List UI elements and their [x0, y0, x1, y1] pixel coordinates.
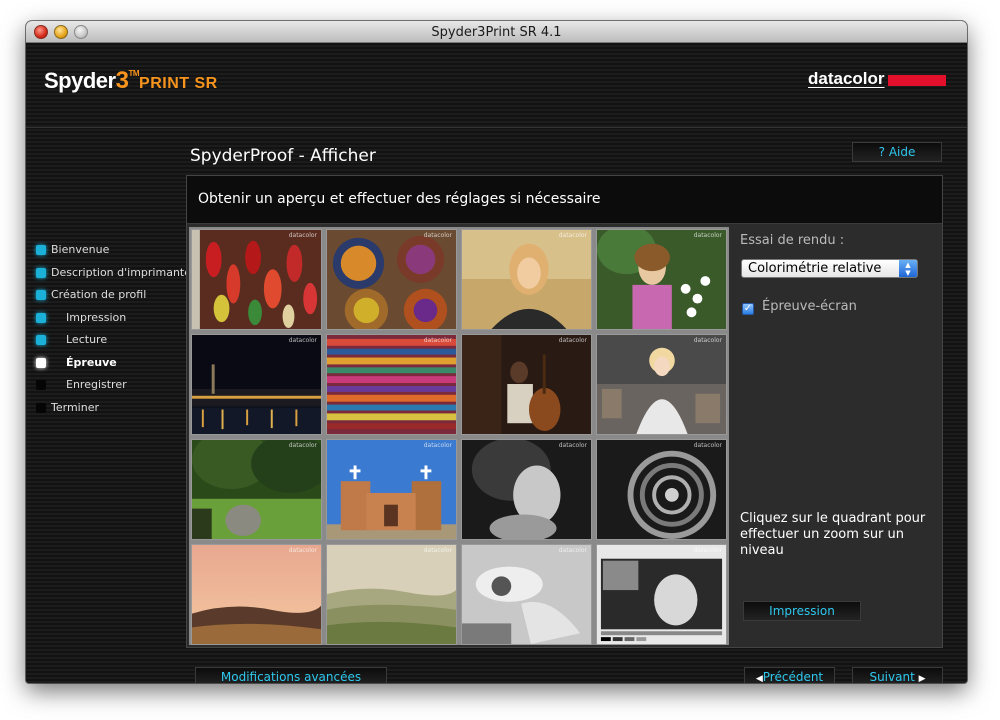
softproof-checkbox[interactable]: ✓	[742, 303, 754, 315]
app-content: Spyder3TMPRINT SR datacolor Bienvenue De…	[26, 43, 967, 683]
step-active-indicator	[36, 357, 46, 368]
thumb-watermark: datacolor	[558, 337, 587, 344]
step-done-indicator	[36, 312, 46, 323]
thumb-watermark: datacolor	[693, 442, 722, 449]
step-done-indicator	[36, 245, 46, 255]
thumb-watermark: datacolor	[288, 442, 317, 449]
thumb-bw-portrait[interactable]: datacolor	[461, 439, 592, 540]
thumb-sunset-hills[interactable]: datacolor	[191, 544, 322, 645]
proof-image-grid: datacolor datacolor datacolor datacolor …	[189, 227, 729, 645]
step-done-indicator	[36, 267, 46, 278]
thumb-marilyn[interactable]: datacolor	[596, 334, 727, 435]
step-bienvenue: Bienvenue	[26, 239, 186, 262]
proof-panel: Obtenir un aperçu et effectuer des régla…	[186, 175, 943, 648]
thumb-plates[interactable]: datacolor	[326, 229, 457, 330]
thumb-watermark: datacolor	[423, 442, 452, 449]
help-button[interactable]: ? Aide	[852, 142, 942, 162]
title-bar: Spyder3Print SR 4.1	[26, 21, 967, 43]
thumb-city-night[interactable]: datacolor	[191, 334, 322, 435]
thumb-watermark: datacolor	[693, 232, 722, 239]
zoom-window-button[interactable]	[74, 25, 88, 39]
thumb-watermark: datacolor	[423, 337, 452, 344]
print-button[interactable]: Impression	[743, 601, 861, 621]
app-window: Spyder3Print SR 4.1 Spyder3TMPRINT SR da…	[26, 21, 967, 683]
step-pending-indicator	[36, 380, 46, 390]
rendering-intent-label: Essai de rendu :	[740, 233, 845, 248]
step-done-indicator	[36, 290, 46, 300]
thumb-watermark: datacolor	[423, 232, 452, 239]
thumb-church[interactable]: datacolor	[326, 439, 457, 540]
step-terminer: Terminer	[26, 397, 186, 420]
select-arrows-icon: ▲ ▼	[899, 260, 917, 277]
wizard-steps: Bienvenue Description d'imprimante Créat…	[26, 239, 191, 420]
thumb-watermark: datacolor	[558, 442, 587, 449]
thumb-watermark: datacolor	[558, 232, 587, 239]
thumb-spiral-stairs[interactable]: datacolor	[596, 439, 727, 540]
minimize-window-button[interactable]	[54, 25, 68, 39]
page-title: SpyderProof - Afficher	[190, 146, 376, 166]
thumb-fabrics[interactable]: datacolor	[326, 334, 457, 435]
thumb-scooter[interactable]: datacolor	[461, 544, 592, 645]
step-description-imprimante: Description d'imprimante	[26, 262, 191, 285]
thumb-garden-pot[interactable]: datacolor	[191, 439, 322, 540]
step-pending-indicator	[36, 402, 46, 413]
thumb-test-chart[interactable]: datacolor	[596, 544, 727, 645]
forward-arrow-icon: ▶	[918, 674, 926, 683]
step-enregistrer: Enregistrer	[26, 374, 186, 397]
step-creation-profil: Création de profil	[26, 284, 186, 307]
step-lecture: Lecture	[26, 329, 186, 352]
thumb-watermark: datacolor	[288, 232, 317, 239]
datacolor-logo: datacolor	[808, 69, 946, 93]
thumb-cellist[interactable]: datacolor	[461, 334, 592, 435]
thumb-girl-flowers[interactable]: datacolor	[596, 229, 727, 330]
thumb-blonde-woman[interactable]: datacolor	[461, 229, 592, 330]
previous-button[interactable]: ◀Précédent	[744, 667, 835, 683]
panel-header: Obtenir un aperçu et effectuer des régla…	[187, 176, 942, 224]
window-title: Spyder3Print SR 4.1	[431, 25, 562, 40]
thumb-peppers[interactable]: datacolor	[191, 229, 322, 330]
softproof-row: ✓ Épreuve-écran	[742, 299, 857, 315]
next-button[interactable]: Suivant ▶	[852, 667, 943, 683]
step-impression: Impression	[26, 307, 186, 330]
thumb-watermark: datacolor	[288, 337, 317, 344]
help-icon: ?	[878, 145, 889, 159]
spyder-logo: Spyder3TMPRINT SR	[44, 67, 218, 94]
back-arrow-icon: ◀	[755, 674, 763, 683]
thumb-watermark: datacolor	[693, 547, 722, 554]
thumb-watermark: datacolor	[423, 547, 452, 554]
rendering-intent-select[interactable]: Colorimétrie relative ▲ ▼	[741, 259, 918, 278]
advanced-changes-button[interactable]: Modifications avancées	[195, 667, 387, 683]
brand-bar	[888, 75, 946, 86]
step-epreuve: Épreuve	[26, 352, 186, 375]
step-done-indicator	[36, 335, 46, 345]
panel-subtitle: Obtenir un aperçu et effectuer des régla…	[198, 191, 601, 207]
thumb-watermark: datacolor	[558, 547, 587, 554]
header-divider	[26, 127, 967, 128]
thumb-watermark: datacolor	[693, 337, 722, 344]
thumb-watermark: datacolor	[288, 547, 317, 554]
thumb-tuscany[interactable]: datacolor	[326, 544, 457, 645]
close-window-button[interactable]	[34, 25, 48, 39]
zoom-hint: Cliquez sur le quadrant pour effectuer u…	[740, 511, 926, 558]
